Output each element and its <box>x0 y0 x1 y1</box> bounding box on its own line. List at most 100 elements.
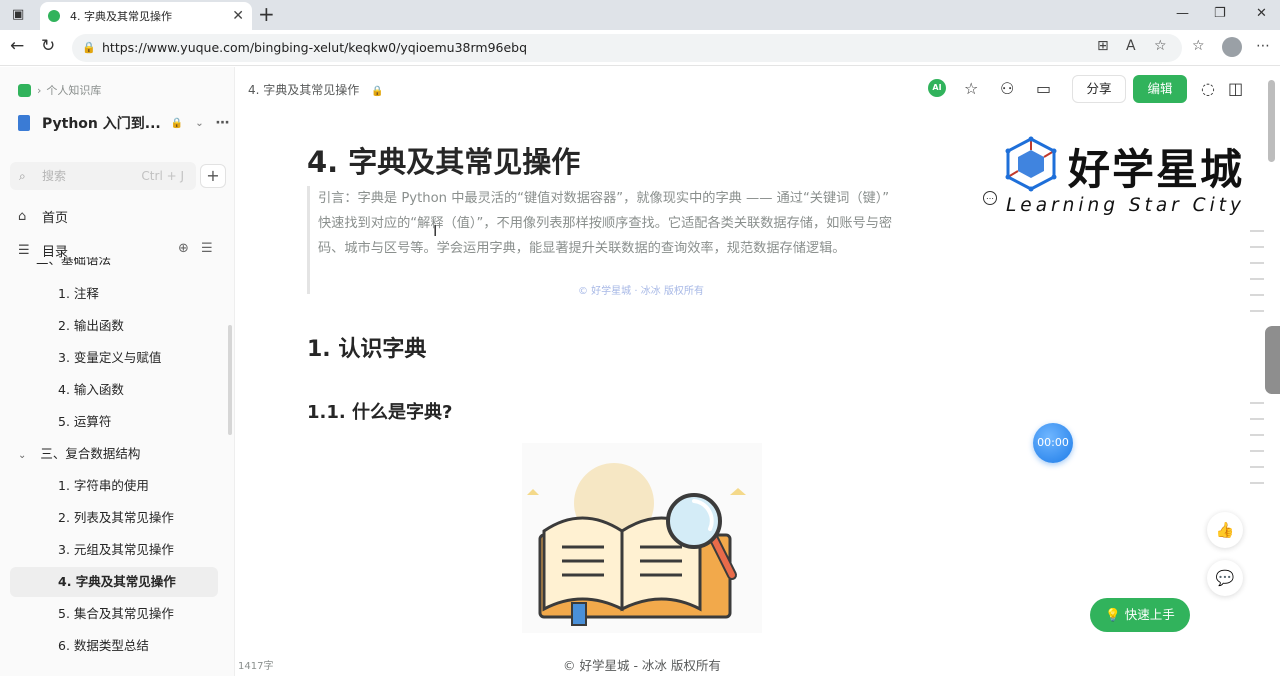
toc-item[interactable]: 1. 注释 <box>10 279 218 309</box>
word-count: 1417字 <box>238 661 274 672</box>
search-input[interactable]: ⌕ 搜索 Ctrl + J <box>10 162 196 190</box>
outline-tick[interactable] <box>1250 466 1264 468</box>
quick-start-button[interactable]: 💡 快速上手 <box>1090 598 1190 632</box>
collapse-list-icon[interactable]: ☰ <box>201 241 213 256</box>
refresh-icon[interactable]: ↻ <box>41 36 55 56</box>
outline-tick[interactable] <box>1250 262 1264 264</box>
side-panel-handle[interactable] <box>1265 326 1280 394</box>
minimize-icon[interactable]: — <box>1176 6 1189 21</box>
page-scrollbar[interactable] <box>1268 80 1275 162</box>
recording-timer[interactable]: 00:00 <box>1033 423 1073 463</box>
outline-tick[interactable] <box>1250 310 1264 312</box>
home-nav-item[interactable]: ⌂ 首页 <box>18 207 68 226</box>
ai-assistant-button[interactable]: AI <box>928 79 946 97</box>
restore-icon[interactable]: ❐ <box>1214 6 1226 21</box>
url-text: https://www.yuque.com/bingbing-xelut/keq… <box>102 40 528 55</box>
yuque-logo-icon[interactable] <box>18 83 31 97</box>
outline-tick[interactable] <box>1250 278 1264 280</box>
like-icon[interactable]: 👍 <box>1207 512 1243 548</box>
cube-logo-icon <box>1005 136 1057 192</box>
book-magnifier-illustration <box>522 443 762 633</box>
book-title-row[interactable]: Python 入门到... 🔒 ⌄ ⋯ <box>18 113 230 133</box>
browser-tab[interactable]: 4. 字典及其常见操作 ✕ <box>40 2 252 30</box>
toc-item-active[interactable]: 4. 字典及其常见操作 <box>10 567 218 597</box>
toc-section-partial[interactable]: 二、基础语法 <box>36 257 111 268</box>
toc-item[interactable]: 6. 数据类型总结 <box>10 631 218 661</box>
star-icon[interactable]: ☆ <box>964 79 978 98</box>
doc-breadcrumb-title: 4. 字典及其常见操作 <box>248 83 360 97</box>
add-collaborator-icon[interactable]: ⚇ <box>1000 79 1014 98</box>
yuque-favicon-icon <box>48 10 60 22</box>
close-tab-icon[interactable]: ✕ <box>232 8 244 24</box>
quote-line: 码、城市与区号等。学会运用字典，能显著提升关联数据的查询效率，规范数据存储逻辑。 <box>318 241 846 256</box>
chevron-down-icon: ⌄ <box>18 450 27 461</box>
sidebar-scrollbar[interactable] <box>228 325 232 435</box>
outline-tick[interactable] <box>1250 246 1264 248</box>
section-heading: 1. 认识字典 <box>307 337 427 362</box>
app-available-icon[interactable]: ⊞ <box>1097 38 1109 54</box>
home-icon: ⌂ <box>18 209 27 224</box>
chevron-down-icon[interactable]: ⌄ <box>195 118 203 129</box>
quick-start-label: 快速上手 <box>1124 607 1175 622</box>
footer-copyright: © 好学星城 - 冰冰 版权所有 <box>563 658 721 673</box>
outline-tick[interactable] <box>1250 450 1264 452</box>
knowledge-base-link[interactable]: 个人知识库 <box>46 82 101 98</box>
outline-tick[interactable] <box>1250 402 1264 404</box>
toc-item[interactable]: 5. 集合及其常见操作 <box>10 599 218 629</box>
toc-icon: ☰ <box>18 243 30 258</box>
lightbulb-icon: 💡 <box>1105 607 1121 622</box>
toc-item[interactable]: 2. 列表及其常见操作 <box>10 503 218 533</box>
favorite-star-icon[interactable]: ☆ <box>1154 38 1167 54</box>
toc-section-3[interactable]: ⌄ 三、复合数据结构 <box>10 439 218 469</box>
page-title: 4. 字典及其常见操作 <box>307 145 581 179</box>
url-field[interactable]: 🔒 https://www.yuque.com/bingbing-xelut/k… <box>72 34 1182 62</box>
edit-button[interactable]: 编辑 <box>1133 75 1187 103</box>
doc-breadcrumb: 4. 字典及其常见操作 🔒 <box>248 81 384 98</box>
sidebar-breadcrumb: › 个人知识库 <box>18 82 101 98</box>
book-icon <box>18 115 30 131</box>
tab-actions-icon[interactable]: ▣ <box>12 7 24 22</box>
toc-item[interactable]: 4. 输入函数 <box>10 375 218 405</box>
search-placeholder: 搜索 <box>42 169 67 183</box>
lock-icon: 🔒 <box>371 86 384 97</box>
read-aloud-icon[interactable]: A <box>1126 38 1136 54</box>
close-window-icon[interactable]: ✕ <box>1256 6 1267 21</box>
locate-icon[interactable]: ⊕ <box>178 241 189 256</box>
sidebar-toggle-icon[interactable]: ◫ <box>1228 79 1243 98</box>
new-tab-icon[interactable]: + <box>258 3 275 25</box>
outline-tick[interactable] <box>1250 294 1264 296</box>
outline-tick[interactable] <box>1250 434 1264 436</box>
search-shortcut: Ctrl + J <box>141 169 184 183</box>
toc-item[interactable]: 1. 字符串的使用 <box>10 471 218 501</box>
comment-bubble-icon[interactable]: … <box>983 191 997 205</box>
comment-icon[interactable]: 💬 <box>1207 560 1243 596</box>
profile-avatar[interactable] <box>1222 37 1242 57</box>
chevron-right-icon: › <box>37 83 42 97</box>
address-bar-row: ← ↻ 🔒 https://www.yuque.com/bingbing-xel… <box>0 30 1280 66</box>
subsection-heading: 1.1. 什么是字典? <box>307 402 453 423</box>
quote-line: 引言：字典是 Python 中最灵活的“键值对数据容器”，就像现实中的字典 ——… <box>318 191 890 206</box>
outline-tick[interactable] <box>1250 418 1264 420</box>
lock-icon: 🔒 <box>82 41 96 54</box>
comment-icon[interactable]: ◌ <box>1201 79 1215 98</box>
back-icon[interactable]: ← <box>10 36 24 56</box>
home-label: 首页 <box>42 211 69 226</box>
toc-tools: ⊕ ☰ <box>178 241 213 256</box>
tab-title: 4. 字典及其常见操作 <box>70 10 172 23</box>
outline-tick[interactable] <box>1250 230 1264 232</box>
more-icon[interactable]: ⋯ <box>216 115 230 131</box>
toc-item[interactable]: 3. 变量定义与赋值 <box>10 343 218 373</box>
book-title: Python 入门到... <box>42 116 161 132</box>
outline-tick[interactable] <box>1250 482 1264 484</box>
toc-item[interactable]: 5. 运算符 <box>10 407 218 437</box>
sidebar: › 个人知识库 Python 入门到... 🔒 ⌄ ⋯ ⌕ 搜索 Ctrl + … <box>0 67 235 676</box>
share-button[interactable]: 分享 <box>1072 75 1126 103</box>
more-menu-icon[interactable]: ⋯ <box>1256 38 1270 54</box>
toc-item[interactable]: 3. 元组及其常见操作 <box>10 535 218 565</box>
toc-list: 二、基础语法 1. 注释 2. 输出函数 3. 变量定义与赋值 4. 输入函数 … <box>0 257 235 676</box>
add-button[interactable]: + <box>200 164 226 188</box>
watermark-title: 好学星城 <box>1068 145 1245 194</box>
favorites-icon[interactable]: ☆ <box>1192 38 1205 54</box>
present-icon[interactable]: ▭ <box>1036 79 1051 98</box>
toc-item[interactable]: 2. 输出函数 <box>10 311 218 341</box>
